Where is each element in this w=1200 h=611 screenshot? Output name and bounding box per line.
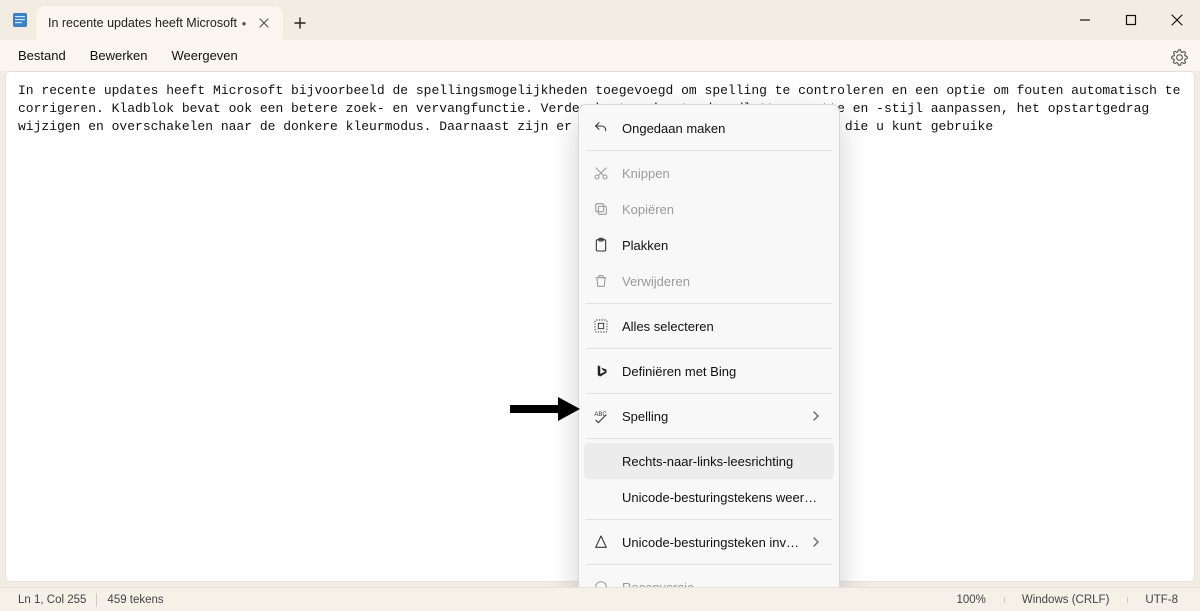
paste-icon: [592, 236, 610, 254]
maximize-button[interactable]: [1108, 0, 1154, 40]
menu-file[interactable]: Bestand: [6, 44, 78, 67]
minimize-button[interactable]: [1062, 0, 1108, 40]
chevron-right-icon: [812, 537, 824, 547]
select-all-icon: [592, 317, 610, 335]
gear-icon: [1171, 49, 1188, 66]
menubar: Bestand Bewerken Weergeven: [0, 40, 1200, 72]
status-eol[interactable]: Windows (CRLF): [1004, 594, 1128, 606]
cm-label: Definiëren met Bing: [622, 364, 824, 379]
titlebar: In recente updates heeft Microsoft •: [0, 0, 1200, 40]
cm-label: Knippen: [622, 166, 824, 181]
tab-title: In recente updates heeft Microsoft: [48, 16, 237, 30]
status-separator: [96, 593, 97, 607]
cm-label: Ongedaan maken: [622, 121, 824, 136]
cm-select-all[interactable]: Alles selecteren: [584, 308, 834, 344]
cm-spelling[interactable]: ABC Spelling: [584, 398, 834, 434]
app-icon: [6, 0, 34, 40]
context-menu: Ongedaan maken Knippen Kopiëren Plakken …: [578, 104, 840, 611]
cm-paste[interactable]: Plakken: [584, 227, 834, 263]
cm-delete[interactable]: Verwijderen: [584, 263, 834, 299]
cm-separator: [586, 150, 832, 151]
cm-separator: [586, 564, 832, 565]
document-tab[interactable]: In recente updates heeft Microsoft •: [36, 6, 283, 40]
status-position: Ln 1, Col 255: [18, 594, 86, 606]
cm-label: Unicode-besturingsteken invoegen: [622, 535, 800, 550]
arrow-annotation: [510, 397, 580, 421]
cm-separator: [586, 303, 832, 304]
cm-rtl-reading[interactable]: Rechts-naar-links-leesrichting: [584, 443, 834, 479]
cm-label: Alles selecteren: [622, 319, 824, 334]
cm-separator: [586, 393, 832, 394]
cm-label: Unicode-besturingstekens weergeven: [622, 490, 824, 505]
cm-label: Verwijderen: [622, 274, 824, 289]
tabstrip: In recente updates heeft Microsoft •: [0, 0, 317, 40]
status-encoding[interactable]: UTF-8: [1127, 594, 1196, 606]
cm-label: Plakken: [622, 238, 824, 253]
blank-icon: [592, 488, 610, 506]
cm-define-bing[interactable]: Definiëren met Bing: [584, 353, 834, 389]
tab-dirty-indicator: •: [237, 17, 251, 30]
cm-label: Rechts-naar-links-leesrichting: [622, 454, 824, 469]
statusbar: Ln 1, Col 255 459 tekens 100% Windows (C…: [0, 587, 1200, 611]
cm-label: Kopiëren: [622, 202, 824, 217]
menu-edit[interactable]: Bewerken: [78, 44, 160, 67]
close-button[interactable]: [1154, 0, 1200, 40]
cm-separator: [586, 348, 832, 349]
spelling-icon: ABC: [592, 407, 610, 425]
menu-view[interactable]: Weergeven: [160, 44, 250, 67]
cut-icon: [592, 164, 610, 182]
status-char-count: 459 tekens: [107, 594, 163, 606]
cm-copy[interactable]: Kopiëren: [584, 191, 834, 227]
cm-separator: [586, 438, 832, 439]
cm-show-unicode-ctrl[interactable]: Unicode-besturingstekens weergeven: [584, 479, 834, 515]
copy-icon: [592, 200, 610, 218]
settings-button[interactable]: [1166, 44, 1192, 70]
chevron-right-icon: [812, 411, 824, 421]
cm-insert-unicode-ctrl[interactable]: Unicode-besturingsteken invoegen: [584, 524, 834, 560]
window-controls: [1062, 0, 1200, 40]
insert-unicode-icon: [592, 533, 610, 551]
cm-cut[interactable]: Knippen: [584, 155, 834, 191]
cm-undo[interactable]: Ongedaan maken: [584, 110, 834, 146]
new-tab-button[interactable]: [283, 6, 317, 40]
status-zoom[interactable]: 100%: [938, 594, 1003, 606]
undo-icon: [592, 119, 610, 137]
tab-close-icon[interactable]: [255, 14, 273, 32]
delete-icon: [592, 272, 610, 290]
blank-icon: [592, 452, 610, 470]
bing-icon: [592, 362, 610, 380]
cm-separator: [586, 519, 832, 520]
cm-label: Spelling: [622, 409, 800, 424]
